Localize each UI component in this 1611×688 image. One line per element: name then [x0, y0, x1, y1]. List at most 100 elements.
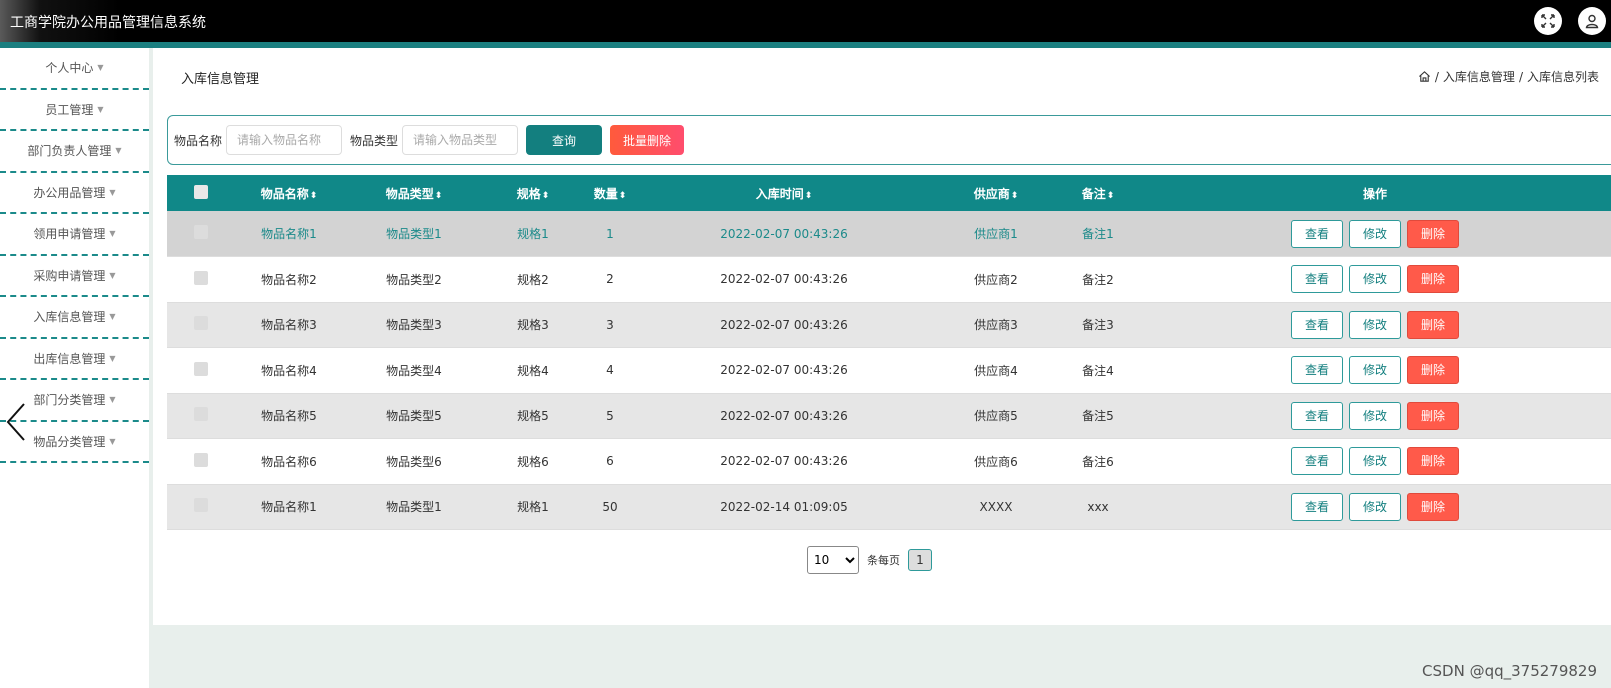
- table-row[interactable]: 物品名称4 物品类型4 规格4 4 2022-02-07 00:43:26 供应商4 备注4…: [167, 347, 1611, 393]
- row-checkbox[interactable]: [194, 452, 208, 467]
- sort-icon: ⬍: [309, 190, 318, 201]
- cell-spec: 规格1: [517, 227, 549, 241]
- view-button[interactable]: 查看: [1291, 492, 1343, 521]
- view-button[interactable]: 查看: [1291, 310, 1343, 339]
- page-size-select[interactable]: 10: [807, 546, 859, 574]
- breadcrumb: / 入库信息管理 / 入库信息列表: [1418, 68, 1599, 85]
- sidebar-item-requisition[interactable]: 领用申请管理 ▼: [0, 214, 149, 256]
- cell-supplier: XXXX: [979, 499, 1013, 514]
- delete-button[interactable]: 删除: [1407, 492, 1459, 521]
- cell-time: 2022-02-07 00:43:26: [720, 226, 848, 241]
- page-button-1[interactable]: 1: [908, 549, 932, 571]
- cell-spec: 规格6: [517, 454, 549, 469]
- top-bar: 工商学院办公用品管理信息系统: [0, 0, 1611, 42]
- row-checkbox[interactable]: [194, 316, 208, 331]
- cell-note: 备注2: [1082, 272, 1114, 287]
- edit-button[interactable]: 修改: [1349, 447, 1401, 476]
- sidebar-item-personal-center[interactable]: 个人中心 ▼: [0, 48, 149, 90]
- delete-button[interactable]: 删除: [1407, 219, 1459, 248]
- table-row[interactable]: 物品名称5 物品类型5 规格5 5 2022-02-07 00:43:26 供应商5 备注5…: [167, 393, 1611, 439]
- sidebar-item-purchase[interactable]: 采购申请管理 ▼: [0, 256, 149, 297]
- col-type-header[interactable]: 物品类型⬍: [343, 175, 485, 211]
- chevron-left-icon[interactable]: [4, 400, 28, 444]
- delete-button[interactable]: 删除: [1407, 447, 1459, 476]
- query-button[interactable]: 查询: [526, 125, 603, 155]
- view-button[interactable]: 查看: [1291, 356, 1343, 385]
- page-title: 入库信息管理: [181, 72, 260, 87]
- table-row[interactable]: 物品名称3 物品类型3 规格3 3 2022-02-07 00:43:26 供应商3 备注3…: [167, 302, 1611, 348]
- sidebar-item-stock-in[interactable]: 入库信息管理 ▼: [0, 297, 149, 339]
- cell-time: 2022-02-07 00:43:26: [720, 408, 848, 423]
- cell-spec: 规格1: [517, 500, 549, 515]
- cell-time: 2022-02-07 00:43:26: [720, 363, 848, 378]
- edit-button[interactable]: 修改: [1349, 310, 1401, 339]
- row-checkbox[interactable]: [194, 498, 208, 513]
- breadcrumb-separator: /: [1518, 69, 1523, 84]
- search-bar: 物品名称 物品类型 查询 批量删除: [167, 115, 1611, 165]
- col-supplier-header[interactable]: 供应商⬍: [929, 175, 1063, 211]
- cell-supplier: 供应商6: [974, 454, 1018, 469]
- caret-down-icon: ▼: [115, 146, 122, 156]
- fullscreen-icon[interactable]: [1534, 7, 1562, 35]
- sidebar-item-label: 员工管理: [45, 102, 94, 117]
- delete-button[interactable]: 删除: [1407, 401, 1459, 430]
- breadcrumb-level1[interactable]: 入库信息管理: [1443, 68, 1515, 85]
- col-spec-header[interactable]: 规格⬍: [485, 175, 581, 211]
- row-checkbox[interactable]: [194, 270, 208, 285]
- sidebar-item-label: 部门分类管理: [33, 393, 106, 408]
- sidebar-item-stock-out[interactable]: 出库信息管理 ▼: [0, 339, 149, 380]
- sidebar-item-label: 入库信息管理: [33, 310, 106, 325]
- row-checkbox[interactable]: [194, 225, 208, 239]
- user-icon[interactable]: [1578, 7, 1606, 35]
- sidebar-item-dept-head[interactable]: 部门负责人管理 ▼: [0, 131, 149, 173]
- delete-button[interactable]: 删除: [1407, 310, 1459, 339]
- cell-name: 物品名称1: [261, 500, 317, 515]
- edit-button[interactable]: 修改: [1349, 219, 1401, 248]
- table-header: 物品名称⬍ 物品类型⬍ 规格⬍ 数量⬍ 入库时间⬍ 供应商⬍ 备注⬍ 操作: [167, 175, 1611, 211]
- edit-button[interactable]: 修改: [1349, 401, 1401, 430]
- sidebar-item-label: 物品分类管理: [33, 434, 106, 449]
- table-row[interactable]: 物品名称2 物品类型2 规格2 2 2022-02-07 00:43:26 供应商2 备注2…: [167, 256, 1611, 302]
- home-icon[interactable]: [1418, 70, 1431, 83]
- cell-qty: 5: [606, 408, 614, 423]
- cell-actions: 查看 修改 删除: [1133, 302, 1611, 348]
- col-name-header[interactable]: 物品名称⬍: [235, 175, 343, 211]
- view-button[interactable]: 查看: [1291, 265, 1343, 294]
- table-row[interactable]: 物品名称6 物品类型6 规格6 6 2022-02-07 00:43:26 供应商6 备注6…: [167, 438, 1611, 484]
- cell-name: 物品名称4: [261, 363, 317, 378]
- edit-button[interactable]: 修改: [1349, 356, 1401, 385]
- cell-time: 2022-02-07 00:43:26: [720, 272, 848, 287]
- select-all-checkbox[interactable]: [194, 184, 208, 199]
- sidebar-item-office-supplies[interactable]: 办公用品管理 ▼: [0, 173, 149, 214]
- item-name-input[interactable]: [226, 125, 343, 155]
- cell-note: 备注1: [1082, 227, 1114, 241]
- batch-delete-button[interactable]: 批量删除: [610, 125, 685, 155]
- cell-name: 物品名称6: [261, 454, 317, 469]
- item-type-input[interactable]: [402, 125, 519, 155]
- cell-type: 物品类型6: [386, 454, 442, 469]
- row-checkbox[interactable]: [194, 407, 208, 422]
- table-row[interactable]: 物品名称1 物品类型1 规格1 50 2022-02-14 01:09:05 XXXX xx…: [167, 484, 1611, 530]
- view-button[interactable]: 查看: [1291, 401, 1343, 430]
- cell-note: 备注6: [1082, 454, 1114, 469]
- cell-spec: 规格3: [517, 318, 549, 333]
- table-row[interactable]: 物品名称1 物品类型1 规格1 1 2022-02-07 00:43:26 供应商1 备注1…: [167, 211, 1611, 257]
- edit-button[interactable]: 修改: [1349, 265, 1401, 294]
- view-button[interactable]: 查看: [1291, 447, 1343, 476]
- col-time-header[interactable]: 入库时间⬍: [639, 175, 929, 211]
- sort-icon: ⬍: [618, 190, 627, 201]
- cell-type: 物品类型2: [386, 272, 442, 287]
- edit-button[interactable]: 修改: [1349, 492, 1401, 521]
- breadcrumb-separator: /: [1434, 69, 1439, 84]
- caret-down-icon: ▼: [109, 270, 116, 280]
- delete-button[interactable]: 删除: [1407, 265, 1459, 294]
- delete-button[interactable]: 删除: [1407, 356, 1459, 385]
- row-checkbox[interactable]: [194, 361, 208, 376]
- sidebar-item-staff[interactable]: 员工管理 ▼: [0, 90, 149, 131]
- sort-icon: ⬍: [804, 190, 813, 201]
- sidebar-item-label: 办公用品管理: [33, 185, 106, 200]
- view-button[interactable]: 查看: [1291, 219, 1343, 248]
- col-qty-header[interactable]: 数量⬍: [581, 175, 639, 211]
- col-note-header[interactable]: 备注⬍: [1063, 175, 1133, 211]
- cell-supplier: 供应商3: [974, 318, 1018, 333]
